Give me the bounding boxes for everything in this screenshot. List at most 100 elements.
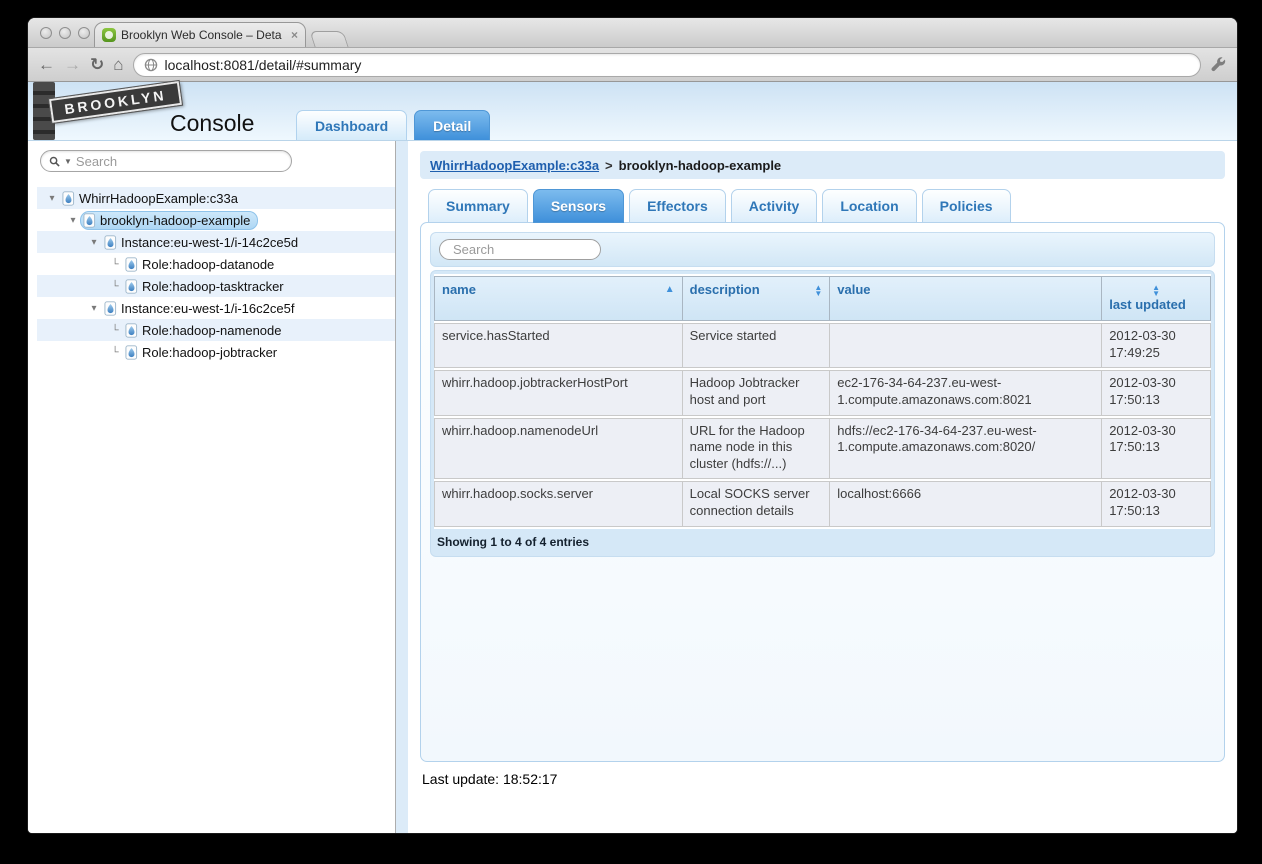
detail-pane: WhirrHadoopExample:c33a > brooklyn-hadoo…: [408, 141, 1237, 833]
sensor-last-updated-cell: 2012-03-30 17:50:13: [1102, 418, 1211, 480]
address-bar[interactable]: [133, 53, 1201, 77]
tree-node[interactable]: Instance:eu-west-1/i-16c2ce5f: [101, 299, 302, 318]
entity-tab[interactable]: Summary: [428, 189, 528, 223]
tree-item-label: Instance:eu-west-1/i-16c2ce5f: [121, 301, 294, 316]
window-controls: [40, 27, 90, 39]
tree-item[interactable]: └ Role:hadoop-namenode: [37, 319, 395, 341]
entity-tab[interactable]: Effectors: [629, 189, 726, 223]
column-header-label: value: [837, 282, 870, 297]
column-header[interactable]: ▲▼ last updated: [1102, 276, 1211, 321]
tree-expander-icon[interactable]: └: [108, 259, 122, 270]
sensor-last-updated-cell: 2012-03-30 17:49:25: [1102, 323, 1211, 368]
tree-expander-icon[interactable]: ▾: [87, 303, 101, 314]
tree-item-label: Role:hadoop-jobtracker: [142, 345, 277, 360]
new-tab-button[interactable]: [309, 31, 348, 47]
table-header-row: ▲▼ name ▲▼ description ▲▼ value ▲▼ last …: [434, 276, 1211, 321]
close-window-icon[interactable]: [40, 27, 52, 39]
wrench-menu-icon[interactable]: [1210, 56, 1227, 73]
tree-item-label: brooklyn-hadoop-example: [100, 213, 250, 228]
globe-icon: [144, 58, 158, 72]
sensor-value-cell: hdfs://ec2-176-34-64-237.eu-west-1.compu…: [830, 418, 1102, 480]
back-button[interactable]: ←: [38, 56, 55, 73]
entity-tab[interactable]: Policies: [922, 189, 1011, 223]
sensor-row[interactable]: whirr.hadoop.jobtrackerHostPort Hadoop J…: [434, 370, 1211, 415]
tree-node[interactable]: Instance:eu-west-1/i-14c2ce5d: [101, 233, 306, 252]
minimize-window-icon[interactable]: [59, 27, 71, 39]
console-nav-tabs: Dashboard Detail: [296, 110, 490, 140]
sort-icon[interactable]: ▲▼: [665, 285, 675, 295]
sensor-row[interactable]: whirr.hadoop.namenodeUrl URL for the Had…: [434, 418, 1211, 480]
tree-node[interactable]: brooklyn-hadoop-example: [80, 211, 258, 230]
tree-node[interactable]: Role:hadoop-datanode: [122, 255, 282, 274]
refresh-button[interactable]: ↻: [90, 56, 104, 73]
column-header[interactable]: ▲▼ description: [683, 276, 831, 321]
content-area: ▼ ▾ WhirrHadoopExample:c33a ▾ brooklyn-h…: [28, 141, 1237, 833]
entity-tab[interactable]: Sensors: [533, 189, 624, 223]
sensor-name-cell: whirr.hadoop.namenodeUrl: [434, 418, 683, 480]
console-nav-tab[interactable]: Detail: [414, 110, 490, 140]
tree-node[interactable]: Role:hadoop-jobtracker: [122, 343, 285, 362]
column-header-label: name: [442, 282, 476, 297]
sensors-table: ▲▼ name ▲▼ description ▲▼ value ▲▼ last …: [434, 274, 1211, 529]
breadcrumb: WhirrHadoopExample:c33a > brooklyn-hadoo…: [420, 151, 1225, 179]
entity-icon: [83, 213, 96, 228]
entity-tab[interactable]: Activity: [731, 189, 818, 223]
entity-tab-label: Location: [840, 198, 898, 214]
tree-item[interactable]: └ Role:hadoop-jobtracker: [37, 341, 395, 363]
tree-item-label: WhirrHadoopExample:c33a: [79, 191, 238, 206]
entity-icon: [104, 301, 117, 316]
entity-tab-label: Sensors: [551, 198, 606, 214]
column-header[interactable]: ▲▼ name: [434, 276, 683, 321]
tree-search-input[interactable]: [76, 154, 283, 169]
tree-item-label: Role:hadoop-datanode: [142, 257, 274, 272]
sensor-description-cell: Service started: [683, 323, 831, 368]
zoom-window-icon[interactable]: [78, 27, 90, 39]
home-button[interactable]: ⌂: [113, 56, 123, 73]
table-search-field[interactable]: [439, 239, 601, 260]
entity-tree: ▾ WhirrHadoopExample:c33a ▾ brooklyn-had…: [37, 187, 395, 363]
tree-item[interactable]: └ Role:hadoop-tasktracker: [37, 275, 395, 297]
entity-icon: [125, 279, 138, 294]
tree-expander-icon[interactable]: ▾: [66, 215, 80, 226]
tree-expander-icon[interactable]: └: [108, 325, 122, 336]
sensor-last-updated-cell: 2012-03-30 17:50:13: [1102, 481, 1211, 526]
browser-tab[interactable]: Brooklyn Web Console – Deta ×: [94, 22, 306, 47]
entity-tab[interactable]: Location: [822, 189, 916, 223]
tree-search-field[interactable]: ▼: [40, 150, 292, 172]
tree-expander-icon[interactable]: └: [108, 281, 122, 292]
tree-expander-icon[interactable]: ▾: [87, 237, 101, 248]
tree-item[interactable]: ▾ Instance:eu-west-1/i-16c2ce5f: [37, 297, 395, 319]
sensor-name-cell: whirr.hadoop.jobtrackerHostPort: [434, 370, 683, 415]
breadcrumb-parent-link[interactable]: WhirrHadoopExample:c33a: [430, 158, 599, 173]
tree-node[interactable]: Role:hadoop-namenode: [122, 321, 290, 340]
sort-icon[interactable]: ▲▼: [1152, 285, 1160, 297]
column-header[interactable]: ▲▼ value: [830, 276, 1102, 321]
browser-tab-title: Brooklyn Web Console – Deta: [121, 28, 286, 42]
sensor-last-updated-cell: 2012-03-30 17:50:13: [1102, 370, 1211, 415]
sensor-row[interactable]: whirr.hadoop.socks.server Local SOCKS se…: [434, 481, 1211, 526]
tree-node[interactable]: Role:hadoop-tasktracker: [122, 277, 292, 296]
tree-item[interactable]: └ Role:hadoop-datanode: [37, 253, 395, 275]
browser-toolbar: ← → ↻ ⌂: [28, 48, 1237, 82]
entity-icon: [125, 345, 138, 360]
console-nav-tab[interactable]: Dashboard: [296, 110, 407, 140]
url-input[interactable]: [165, 57, 1190, 73]
sensor-row[interactable]: service.hasStarted Service started 2012-…: [434, 323, 1211, 368]
brooklyn-favicon-icon: [102, 28, 116, 42]
breadcrumb-current: brooklyn-hadoop-example: [619, 158, 782, 173]
sort-icon[interactable]: ▲▼: [814, 285, 822, 297]
table-search-input[interactable]: [453, 242, 629, 257]
tree-item[interactable]: ▾ brooklyn-hadoop-example: [37, 209, 395, 231]
tree-node[interactable]: WhirrHadoopExample:c33a: [59, 189, 246, 208]
tree-item-label: Instance:eu-west-1/i-14c2ce5d: [121, 235, 298, 250]
last-update-status: Last update: 18:52:17: [422, 771, 1225, 787]
tree-item[interactable]: ▾ WhirrHadoopExample:c33a: [37, 187, 395, 209]
console-nav-tab-label: Detail: [433, 118, 471, 134]
forward-button[interactable]: →: [64, 56, 81, 73]
tree-expander-icon[interactable]: └: [108, 347, 122, 358]
search-options-caret-icon[interactable]: ▼: [64, 157, 72, 166]
sensor-description-cell: Hadoop Jobtracker host and port: [683, 370, 831, 415]
tree-expander-icon[interactable]: ▾: [45, 193, 59, 204]
tree-item[interactable]: ▾ Instance:eu-west-1/i-14c2ce5d: [37, 231, 395, 253]
tab-close-icon[interactable]: ×: [291, 28, 298, 42]
